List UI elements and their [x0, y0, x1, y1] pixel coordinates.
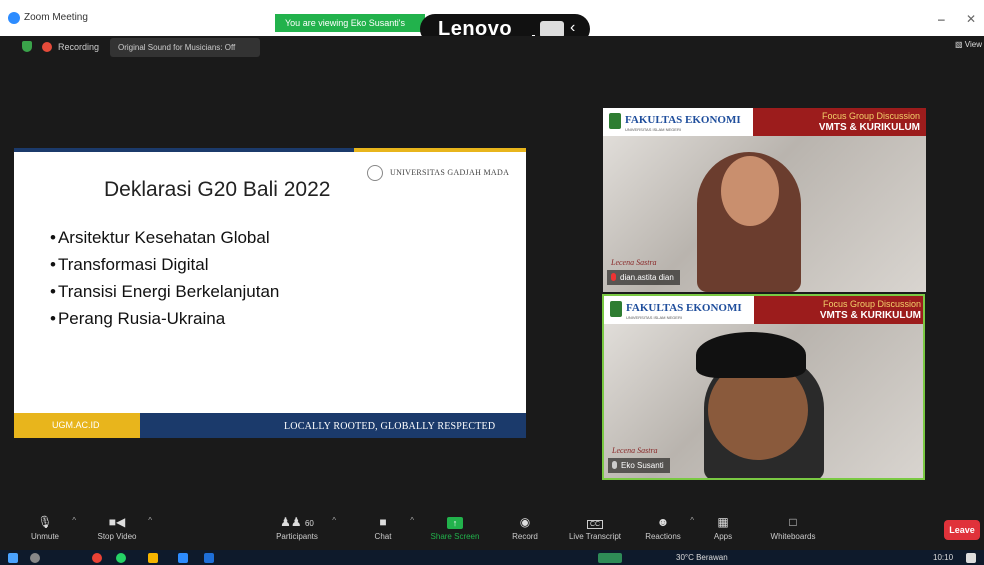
recording-label: Recording: [58, 42, 100, 52]
university-name: UNIVERSITAS GADJAH MADA: [390, 168, 510, 177]
whiteboards-button[interactable]: □ Whiteboards: [758, 512, 828, 548]
shield-icon[interactable]: [22, 41, 32, 52]
share-screen-icon: ↑: [420, 512, 490, 532]
notifications-icon[interactable]: [966, 553, 976, 563]
zoom-taskbar-icon[interactable]: [178, 553, 188, 563]
event-title: Focus Group Discussion: [822, 299, 921, 309]
chrome-icon[interactable]: [92, 553, 102, 563]
participant-hat: [696, 332, 806, 378]
caret-up-icon[interactable]: ^: [410, 516, 414, 525]
chat-label: Chat: [374, 532, 392, 541]
close-window-button[interactable]: ✕: [966, 12, 976, 26]
original-sound-button[interactable]: Original Sound for Musicians: Off: [110, 38, 260, 57]
participants-icon: ♟♟ 60: [280, 515, 314, 529]
apps-label: Apps: [713, 532, 733, 541]
chevron-left-icon[interactable]: ‹: [570, 19, 575, 37]
weather-readout[interactable]: 30°C Berawan: [676, 553, 728, 562]
participant-name: dian.astita dian: [620, 273, 674, 282]
participants-button[interactable]: ♟♟ 60 Participants ^: [262, 512, 336, 548]
event-subtitle: VMTS & KURIKULUM: [818, 122, 920, 133]
background-signature: Lecena Sastra: [611, 258, 657, 267]
slide-footer-tagline: LOCALLY ROOTED, GLOBALLY RESPECTED: [284, 421, 496, 432]
shared-slide: UNIVERSITAS GADJAH MADA Deklarasi G20 Ba…: [14, 148, 526, 438]
faculty-subtitle: UNIVERSITAS ISLAM NEGERI: [625, 127, 681, 132]
chat-button[interactable]: ■ Chat ^: [348, 512, 418, 548]
muted-mic-icon: 🎙: [37, 515, 53, 529]
clock-time[interactable]: 10:10: [933, 553, 953, 562]
record-icon: ◉: [519, 515, 531, 529]
participant-face: [721, 156, 779, 226]
minimize-button[interactable]: –: [938, 12, 945, 26]
background-signature: Lecena Sastra: [612, 446, 658, 455]
record-label: Record: [512, 532, 538, 541]
view-grid-icon: ▧: [955, 40, 965, 49]
faculty-logo-icon: [609, 113, 621, 129]
unmute-button[interactable]: 🎙 Unmute ^: [10, 512, 80, 548]
live-transcript-button[interactable]: CC Live Transcript: [560, 512, 630, 548]
stop-video-button[interactable]: ■◀ Stop Video ^: [82, 512, 153, 548]
mic-icon: [612, 461, 617, 469]
video-camera-icon: ■◀: [108, 515, 126, 529]
whiteboards-label: Whiteboards: [770, 532, 816, 541]
chat-bubble-icon: ■: [379, 515, 387, 529]
ugm-logo-icon: [367, 165, 383, 181]
view-button[interactable]: ▧ View: [955, 40, 982, 49]
active-speaker-video-tile[interactable]: FAKULTAS EKONOMI UNIVERSITAS ISLAM NEGER…: [602, 294, 925, 480]
file-explorer-icon[interactable]: [148, 553, 158, 563]
battery-icon: [598, 553, 622, 563]
whiteboard-icon: □: [789, 515, 797, 529]
whatsapp-icon[interactable]: [116, 553, 126, 563]
windows-start-icon[interactable]: [8, 553, 18, 563]
view-label: View: [964, 40, 982, 49]
bullet-item: Perang Rusia-Ukraina: [50, 309, 279, 329]
faculty-name: FAKULTAS EKONOMI: [626, 302, 742, 314]
slide-top-accent: [354, 148, 526, 152]
slide-bullets: Arsitektur Kesehatan Global Transformasi…: [50, 228, 279, 336]
participant-name: Eko Susanti: [621, 461, 664, 470]
bullet-item: Transformasi Digital: [50, 255, 279, 275]
closed-caption-icon: CC: [560, 512, 630, 532]
zoom-app-icon: [8, 12, 20, 24]
recording-dot-icon: [42, 42, 52, 52]
faculty-name: FAKULTAS EKONOMI: [625, 114, 741, 126]
participant-video-tile[interactable]: FAKULTAS EKONOMI UNIVERSITAS ISLAM NEGER…: [603, 108, 926, 292]
bullet-item: Arsitektur Kesehatan Global: [50, 228, 279, 248]
event-subtitle: VMTS & KURIKULUM: [819, 310, 921, 321]
participants-count: 60: [304, 519, 314, 528]
leave-button[interactable]: Leave: [944, 520, 980, 540]
muted-mic-icon: [611, 273, 616, 281]
stop-video-label: Stop Video: [97, 532, 137, 541]
slide-title: Deklarasi G20 Bali 2022: [104, 178, 331, 201]
word-icon[interactable]: [204, 553, 214, 563]
share-screen-button[interactable]: ↑ Share Screen: [420, 512, 490, 548]
share-screen-label: Share Screen: [430, 532, 480, 541]
bullet-item: Transisi Energi Berkelanjutan: [50, 282, 279, 302]
viewing-share-banner[interactable]: You are viewing Eko Susanti's: [275, 14, 425, 32]
window-title: Zoom Meeting: [24, 12, 88, 23]
caret-up-icon[interactable]: ^: [72, 516, 76, 525]
record-button[interactable]: ◉ Record: [490, 512, 560, 548]
participant-name-tag: dian.astita dian: [607, 270, 680, 285]
apps-button[interactable]: ▦ Apps: [688, 512, 758, 548]
unmute-label: Unmute: [30, 532, 59, 541]
event-title: Focus Group Discussion: [821, 111, 920, 121]
slide-footer-url: UGM.AC.ID: [14, 413, 140, 438]
apps-grid-icon: ▦: [717, 515, 729, 529]
search-icon[interactable]: [30, 553, 40, 563]
live-transcript-label: Live Transcript: [568, 532, 622, 541]
caret-up-icon[interactable]: ^: [148, 516, 152, 525]
faculty-subtitle: UNIVERSITAS ISLAM NEGERI: [626, 315, 682, 320]
participants-label: Participants: [276, 532, 318, 541]
participant-name-tag: Eko Susanti: [608, 458, 670, 473]
faculty-logo-icon: [610, 301, 622, 317]
caret-up-icon[interactable]: ^: [332, 516, 336, 525]
